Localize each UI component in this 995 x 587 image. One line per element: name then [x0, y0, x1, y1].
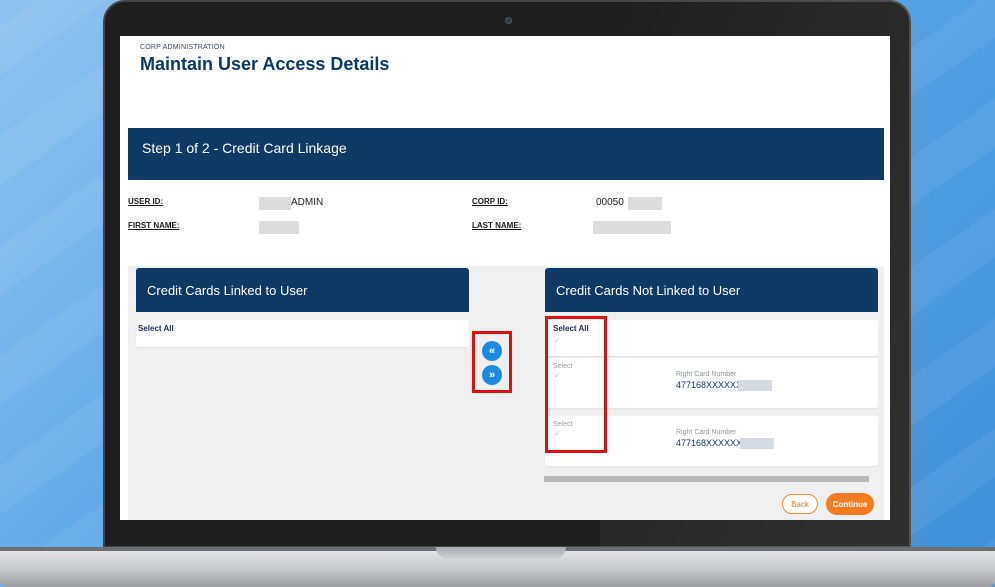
redacted-block	[740, 438, 774, 449]
camera-icon	[505, 17, 512, 24]
move-left-button[interactable]: «	[482, 341, 502, 361]
user-id-value: ADMIN	[291, 197, 324, 208]
breadcrumb: CORP ADMINISTRATION	[140, 44, 225, 51]
card-number-label: Right Card Number	[676, 371, 737, 378]
card-number: 477168XXXXXX	[676, 380, 743, 390]
redacted-block	[259, 197, 291, 210]
back-button[interactable]: Back	[782, 494, 818, 514]
redacted-block	[738, 380, 772, 391]
step-header: Step 1 of 2 - Credit Card Linkage	[128, 128, 884, 180]
linked-panel-title: Credit Cards Linked to User	[147, 283, 308, 298]
double-chevron-right-icon: »	[488, 368, 496, 381]
user-info-section: USER ID: ADMIN CORP ID: 00050 FIRST NAME…	[128, 180, 884, 266]
app-screen: CORP ADMINISTRATION Maintain User Access…	[120, 36, 890, 520]
corp-id-label: CORP ID:	[472, 197, 508, 206]
horizontal-scrollbar[interactable]	[544, 476, 869, 482]
card-number: 477168XXXXXX	[676, 438, 743, 448]
step-title: Step 1 of 2 - Credit Card Linkage	[142, 140, 347, 156]
card-linkage-area: Credit Cards Linked to User Select All «…	[128, 266, 884, 520]
redacted-block	[593, 221, 671, 234]
first-name-label: FIRST NAME:	[128, 221, 180, 230]
not-linked-panel-title: Credit Cards Not Linked to User	[556, 283, 741, 298]
corp-id-value: 00050	[596, 197, 624, 208]
card-number-label: Right Card Number	[676, 429, 737, 436]
not-linked-panel-header: Credit Cards Not Linked to User	[545, 268, 878, 312]
linked-select-all-row[interactable]: Select All	[136, 320, 469, 347]
redacted-block	[628, 197, 662, 210]
double-chevron-left-icon: «	[488, 344, 496, 357]
move-right-button[interactable]: »	[482, 365, 502, 385]
last-name-label: LAST NAME:	[472, 221, 522, 230]
linked-select-all[interactable]: Select All	[138, 324, 174, 333]
laptop-notch	[436, 547, 566, 559]
page-title: Maintain User Access Details	[140, 54, 390, 74]
user-id-label: USER ID:	[128, 197, 164, 206]
redacted-block	[259, 221, 299, 234]
select-column-highlight	[545, 316, 607, 453]
linked-panel-header: Credit Cards Linked to User	[136, 268, 469, 312]
continue-button[interactable]: Continue	[826, 493, 874, 515]
